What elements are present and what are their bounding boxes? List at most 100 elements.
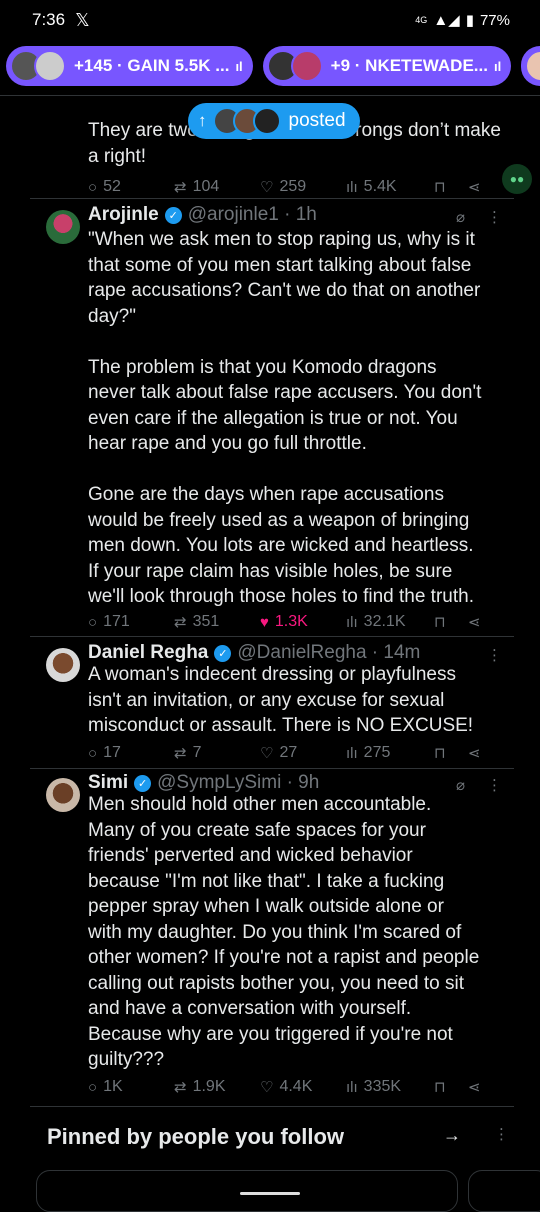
reply-button[interactable]: ○ 52 [88, 178, 174, 196]
tweet-text: "When we ask men to stop raping us, why … [88, 229, 482, 607]
divider [30, 198, 514, 199]
author-handle[interactable]: @SympLySimi · 9h [157, 772, 319, 794]
space-title: +9 · NKETEWADE... [330, 56, 488, 75]
divider [30, 768, 514, 769]
pinned-card[interactable] [468, 1170, 540, 1212]
views-icon: ılı [346, 178, 358, 196]
like-icon: ♡ [260, 745, 274, 762]
reply-button[interactable]: ○ 17 [88, 744, 174, 762]
like-button[interactable]: ♥ 1.3K [260, 613, 346, 631]
more-icon[interactable]: ⋮ [494, 1125, 509, 1143]
like-count: 4.4K [279, 1078, 313, 1095]
bookmark-button[interactable]: ⊓ [434, 613, 468, 631]
share-icon: ⋖ [468, 745, 481, 762]
views-icon: ılı [346, 1078, 358, 1096]
battery-level: 77% [479, 11, 510, 29]
views-button[interactable]: ılı 275 [346, 744, 434, 762]
avatar [252, 107, 281, 135]
bookmark-button[interactable]: ⊓ [434, 178, 468, 196]
view-count: 32.1K [363, 613, 406, 630]
reply-count: 1K [103, 1078, 123, 1095]
repost-count: 1.9K [192, 1078, 226, 1095]
x-logo-icon: 𝕏 [75, 9, 90, 30]
repost-button[interactable]: ⇄ 104 [174, 178, 260, 196]
like-icon: ♡ [260, 1079, 274, 1096]
repost-count: 104 [192, 178, 220, 195]
author-handle[interactable]: @arojinle1 · 1h [188, 204, 317, 226]
arrow-right-icon[interactable]: → [443, 1125, 461, 1146]
reply-count: 17 [103, 744, 121, 761]
battery-icon: ▮ [465, 12, 474, 29]
verified-badge-icon: ✓ [164, 206, 182, 224]
view-count: 335K [363, 1078, 402, 1095]
author-name[interactable]: Simi [88, 772, 128, 794]
pinned-card[interactable] [36, 1170, 458, 1212]
divider [30, 1106, 514, 1107]
share-icon: ⋖ [468, 1079, 481, 1096]
action-bar: ○ 52 ⇄ 104 ♡ 259 ılı 5.4K ⊓ ⋖ [88, 174, 488, 200]
like-icon: ♡ [260, 179, 274, 196]
liked-heart-icon: ♥ [260, 613, 269, 631]
author-name[interactable]: Daniel Regha [88, 642, 208, 664]
views-button[interactable]: ılı 5.4K [346, 178, 434, 196]
view-count: 5.4K [363, 178, 397, 195]
bookmark-button[interactable]: ⊓ [434, 1078, 468, 1096]
home-indicator[interactable] [240, 1192, 300, 1195]
like-button[interactable]: ♡ 259 [260, 178, 346, 196]
tweet-text: A woman's indecent dressing or playfulne… [88, 664, 474, 736]
more-icon[interactable]: ⋮ [487, 208, 502, 226]
bookmark-icon: ⊓ [434, 1079, 446, 1096]
repost-count: 7 [192, 744, 202, 761]
tweet-header: Daniel Regha ✓ @DanielRegha · 14m [88, 642, 420, 664]
author-handle[interactable]: @DanielRegha · 14m [237, 642, 420, 664]
repost-button[interactable]: ⇄ 1.9K [174, 1078, 260, 1096]
reply-count: 52 [103, 178, 121, 195]
space-pill[interactable]: +9 · NKETEWADE... ıl [262, 46, 512, 86]
tweet-header: Simi ✓ @SympLySimi · 9h [88, 772, 319, 794]
share-icon: ⋖ [468, 179, 481, 196]
views-icon: ılı [346, 613, 358, 631]
reply-button[interactable]: ○ 1K [88, 1078, 174, 1096]
share-button[interactable]: ⋖ [468, 613, 481, 631]
avatar [46, 648, 80, 682]
reply-icon: ○ [88, 178, 98, 196]
like-count: 259 [279, 178, 307, 195]
arrow-up-icon: ↑ [198, 111, 207, 130]
avatar [46, 778, 80, 812]
reply-icon: ○ [88, 613, 98, 631]
reply-button[interactable]: ○ 171 [88, 613, 174, 631]
repost-count: 351 [192, 613, 220, 630]
share-button[interactable]: ⋖ [468, 178, 481, 196]
bookmark-button[interactable]: ⊓ [434, 744, 468, 762]
repost-button[interactable]: ⇄ 7 [174, 744, 260, 762]
signal-icon: ▲◢ [433, 12, 460, 29]
repost-button[interactable]: ⇄ 351 [174, 613, 260, 631]
like-count: 1.3K [274, 613, 308, 630]
views-button[interactable]: ılı 335K [346, 1078, 434, 1096]
share-button[interactable]: ⋖ [468, 744, 481, 762]
avatar [525, 50, 540, 82]
avatar [34, 50, 66, 82]
verified-badge-icon: ✓ [134, 774, 152, 792]
space-pill[interactable] [521, 46, 540, 86]
spaces-row: +145 · GAIN 5.5K ... ıl +9 · NKETEWADE..… [0, 46, 540, 90]
views-button[interactable]: ılı 32.1K [346, 613, 434, 631]
tweet-header: Arojinle ✓ @arojinle1 · 1h [88, 204, 317, 226]
bookmark-icon: ⊓ [434, 745, 446, 762]
bookmark-icon: ⊓ [434, 179, 446, 196]
reply-count: 171 [103, 613, 130, 630]
views-icon: ılı [346, 744, 358, 762]
like-button[interactable]: ♡ 27 [260, 744, 346, 762]
grok-icon[interactable]: ⌀ [456, 208, 465, 226]
divider [30, 636, 514, 637]
space-pill[interactable]: +145 · GAIN 5.5K ... ıl [6, 46, 253, 86]
like-count: 27 [279, 744, 298, 761]
share-button[interactable]: ⋖ [468, 1078, 481, 1096]
status-time: 7:36 [32, 10, 66, 29]
tweet-header-actions: ⌀ ⋮ [456, 208, 502, 226]
new-posts-pill[interactable]: ↑ posted [188, 103, 360, 139]
reply-icon: ○ [88, 744, 98, 762]
author-name[interactable]: Arojinle [88, 204, 159, 226]
like-button[interactable]: ♡ 4.4K [260, 1078, 346, 1096]
new-posts-label: posted [288, 110, 346, 131]
